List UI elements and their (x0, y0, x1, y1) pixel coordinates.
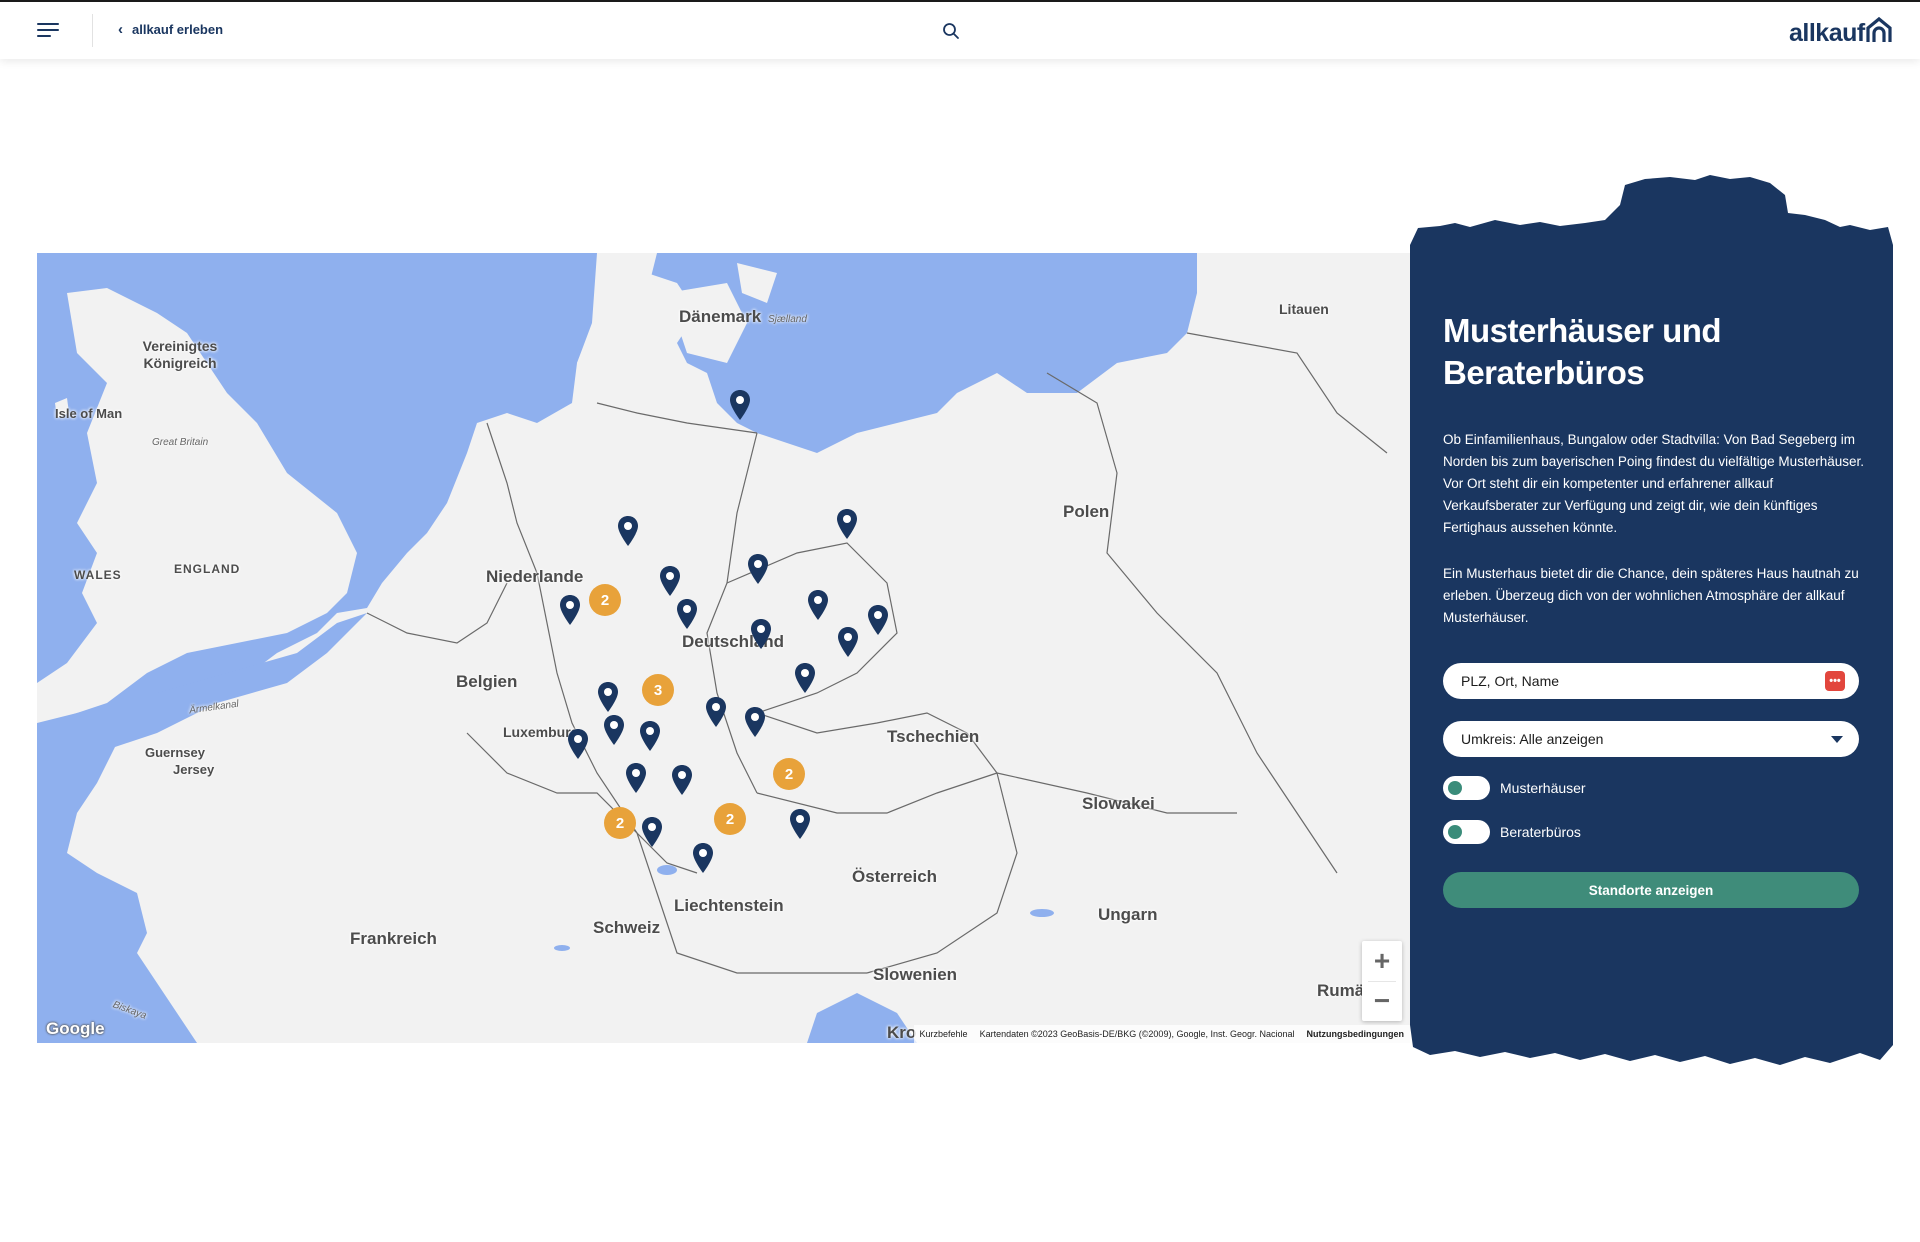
location-pin[interactable] (729, 389, 751, 421)
panel-intro-paragraph: Ob Einfamilienhaus, Bungalow oder Stadtv… (1443, 432, 1864, 535)
map-label-guernsey: Guernsey (145, 745, 205, 760)
password-manager-icon[interactable]: ••• (1825, 671, 1845, 691)
map-cluster[interactable]: 3 (642, 674, 674, 706)
back-link-label: allkauf erleben (132, 22, 224, 37)
menu-icon[interactable] (37, 23, 59, 37)
map-label-polen: Polen (1063, 502, 1110, 521)
zoom-in-button[interactable]: + (1362, 941, 1402, 981)
map-label-slowakei: Slowakei (1082, 794, 1155, 813)
show-locations-button[interactable]: Standorte anzeigen (1443, 872, 1859, 908)
location-pin[interactable] (625, 762, 647, 794)
map-label-litauen: Litauen (1279, 301, 1329, 317)
map-label-slowenien: Slowenien (873, 965, 958, 984)
google-logo[interactable]: Google (46, 1019, 105, 1039)
zoom-out-button[interactable]: − (1362, 981, 1402, 1021)
map-cluster[interactable]: 2 (773, 758, 805, 790)
zoom-divider (1368, 981, 1396, 982)
map-label-liechtenstein: Liechtenstein (674, 896, 784, 915)
back-link[interactable]: ‹ allkauf erleben (118, 22, 223, 37)
map-label-kro: Kro (887, 1023, 917, 1042)
location-pin[interactable] (639, 720, 661, 752)
map-cluster[interactable]: 2 (589, 584, 621, 616)
search-placeholder: PLZ, Ort, Name (1461, 673, 1560, 689)
caret-down-icon (1831, 736, 1843, 743)
location-pin[interactable] (794, 662, 816, 694)
map-label-jersey: Jersey (173, 762, 215, 777)
musterhaeuser-toggle-label: Musterhäuser (1500, 780, 1586, 796)
map-label-wales: WALES (74, 568, 122, 582)
panel-title: Musterhäuser und Beraterbüros (1443, 312, 1722, 391)
location-pin[interactable] (641, 816, 663, 848)
location-pin[interactable] (692, 842, 714, 874)
musterhaeuser-toggle[interactable] (1443, 776, 1490, 800)
chevron-left-icon: ‹ (118, 21, 123, 38)
map-cluster[interactable]: 2 (714, 803, 746, 835)
map-label-england: ENGLAND (174, 562, 241, 576)
location-pin[interactable] (807, 589, 829, 621)
beraterbueros-toggle[interactable] (1443, 820, 1490, 844)
location-search-panel: Musterhäuser und Beraterbüros Ob Einfami… (1410, 165, 1895, 1100)
panel-second-paragraph: Ein Musterhaus bietet dir die Chance, de… (1443, 566, 1859, 625)
location-pin[interactable] (603, 714, 625, 746)
map-label-isle-of-man: Isle of Man (55, 406, 123, 421)
location-pin[interactable] (747, 553, 769, 585)
allkauf-logo[interactable]: allkauf (1789, 14, 1893, 46)
musterhaeuser-filter: Musterhäuser (1443, 776, 1586, 800)
map-label-belgien: Belgien (456, 672, 518, 691)
map-label-ungarn: Ungarn (1098, 905, 1158, 924)
map-label-sjaelland: Sjælland (768, 314, 807, 325)
site-header: ‹ allkauf erleben allkauf (0, 2, 1920, 59)
map-data-credit: Kartendaten ©2023 GeoBasis-DE/BKG (©2009… (979, 1029, 1295, 1039)
search-icon[interactable] (942, 22, 960, 40)
terms-link[interactable]: Nutzungsbedingungen (1307, 1029, 1404, 1039)
map-cluster[interactable]: 2 (604, 807, 636, 839)
location-pin[interactable] (567, 728, 589, 760)
map-label-great-britain: Great Britain (152, 437, 209, 448)
logo-house-icon (1866, 16, 1892, 42)
map-label-niederlande: Niederlande (486, 567, 584, 586)
map-label-tschechien: Tschechien (887, 727, 980, 746)
location-pin[interactable] (837, 626, 859, 658)
map-zoom-control: + − (1362, 941, 1402, 1021)
keyboard-shortcuts-link[interactable]: Kurzbefehle (920, 1029, 968, 1039)
panel-background (1410, 175, 1893, 1065)
locations-map[interactable]: Dänemark Sjælland Litauen Vereinigtes Kö… (37, 253, 1410, 1043)
location-pin[interactable] (659, 565, 681, 597)
location-pin[interactable] (744, 706, 766, 738)
radius-select[interactable]: Umkreis: Alle anzeigen (1443, 721, 1859, 757)
location-pin[interactable] (750, 618, 772, 650)
location-pin[interactable] (597, 681, 619, 713)
location-pin[interactable] (617, 515, 639, 547)
logo-text: allkauf (1789, 19, 1865, 47)
beraterbueros-toggle-label: Beraterbüros (1500, 824, 1581, 840)
map-label-schweiz: Schweiz (593, 918, 661, 937)
map-label-daenemark: Dänemark (679, 307, 762, 326)
map-label-vereinigtes-koenigreich: Vereinigtes Königreich (142, 338, 218, 371)
location-pin[interactable] (789, 808, 811, 840)
location-pin[interactable] (836, 508, 858, 540)
location-pin[interactable] (705, 696, 727, 728)
location-pin[interactable] (671, 764, 693, 796)
header-divider (92, 14, 93, 47)
map-attribution: Kurzbefehle Kartendaten ©2023 GeoBasis-D… (913, 1025, 1410, 1043)
location-pin[interactable] (867, 604, 889, 636)
map-label-oesterreich: Österreich (852, 867, 938, 886)
map-label-rumaenien: Rumä (1317, 981, 1365, 1000)
location-search-input[interactable]: PLZ, Ort, Name ••• (1443, 663, 1859, 699)
location-pin[interactable] (559, 594, 581, 626)
radius-select-value: Umkreis: Alle anzeigen (1461, 731, 1604, 747)
map-label-frankreich: Frankreich (350, 929, 437, 948)
beraterbueros-filter: Beraterbüros (1443, 820, 1581, 844)
location-pin[interactable] (676, 598, 698, 630)
